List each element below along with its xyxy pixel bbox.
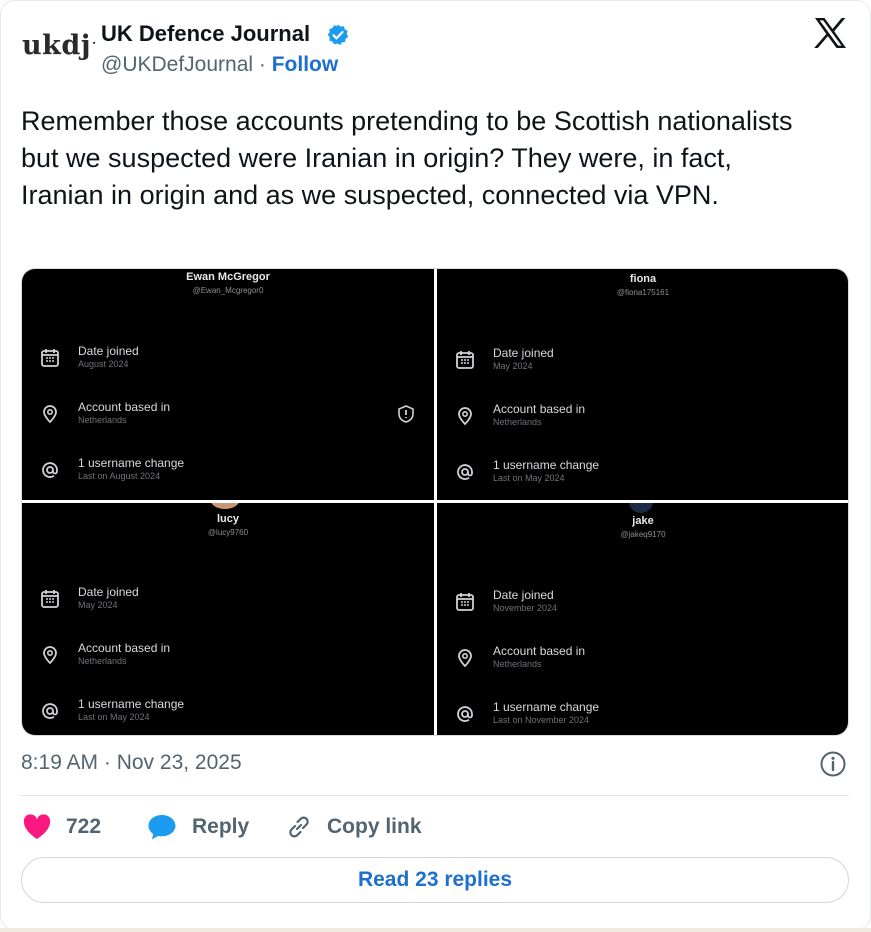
like-button[interactable]: 722 (22, 810, 101, 844)
calendar-icon (41, 349, 59, 367)
row-title: Account based in (78, 641, 171, 655)
row-title: 1 username change (78, 456, 185, 470)
profile-name: fiona (629, 273, 657, 285)
calendar-icon (41, 590, 59, 608)
row-value: Last on November 2024 (493, 715, 590, 725)
read-replies-label: Read 23 replies (357, 868, 513, 891)
handle-line: @UKDefJournal · Follow (101, 53, 338, 77)
profile-handle: @Ewan_Mcgregor0 (192, 286, 264, 295)
screenshot-panel[interactable]: lucy @lucy9760 Date joined May 2024 Acco… (22, 503, 434, 735)
row-value: August 2024 (78, 359, 129, 369)
row-value: May 2024 (78, 600, 118, 610)
row-value: May 2024 (493, 361, 533, 371)
at-sign-icon (457, 464, 473, 480)
row-value: Netherlands (78, 415, 127, 425)
divider (21, 795, 849, 796)
copy-link-button[interactable]: Copy link (285, 810, 422, 844)
row-title: Account based in (493, 644, 586, 658)
row-value: Last on August 2024 (78, 471, 161, 481)
row-title: Account based in (493, 402, 586, 416)
screenshot-panel[interactable]: jake @jakeq9170 Date joined November 202… (437, 503, 848, 735)
separator-dot: · (258, 53, 266, 76)
row-title: Date joined (78, 585, 139, 599)
profile-handle: @jakeq9170 (620, 530, 666, 539)
heart-icon (23, 814, 51, 839)
location-pin-icon (458, 649, 472, 668)
row-title: 1 username change (78, 697, 185, 711)
profile-handle: @lucy9760 (207, 528, 249, 537)
profile-handle: @fiona175161 (616, 288, 670, 297)
link-icon (289, 816, 309, 838)
row-value: November 2024 (493, 603, 558, 613)
read-replies-button[interactable]: Read 23 replies (21, 857, 849, 903)
location-pin-icon (43, 405, 57, 424)
avatar (629, 503, 653, 513)
author-name[interactable]: UK Defence Journal (101, 21, 310, 47)
profile-name: Ewan McGregor (186, 271, 270, 283)
copy-link-label: Copy link (327, 815, 422, 838)
location-pin-icon (43, 646, 57, 665)
row-value: Last on May 2024 (78, 712, 150, 722)
at-sign-icon (457, 706, 473, 722)
ukdj-logo[interactable]: ukdj. (22, 30, 96, 66)
row-value: Netherlands (493, 417, 542, 427)
media-grid[interactable]: Ewan McGregor @Ewan_Mcgregor0 Date joine… (21, 268, 849, 736)
follow-button[interactable]: Follow (272, 53, 339, 76)
row-value: Last on May 2024 (493, 473, 565, 483)
reply-button[interactable]: Reply (146, 810, 249, 844)
info-icon[interactable] (819, 750, 847, 778)
row-value: Netherlands (78, 656, 127, 666)
at-sign-icon (42, 703, 58, 719)
row-title: Account based in (78, 400, 171, 414)
row-title: 1 username change (493, 458, 600, 472)
tweet-text: Remember those accounts pretending to be… (21, 106, 793, 210)
verified-badge-icon (327, 24, 349, 45)
screenshot-panel[interactable]: Ewan McGregor @Ewan_Mcgregor0 Date joine… (22, 269, 434, 500)
location-pin-icon (458, 407, 472, 426)
reply-label: Reply (192, 815, 250, 838)
reply-bubble-icon (148, 815, 176, 840)
x-logo-icon[interactable] (813, 17, 847, 49)
bottom-strip (0, 928, 871, 932)
row-title: Date joined (493, 346, 554, 360)
like-count: 722 (66, 815, 102, 838)
screenshot-panel[interactable]: fiona @fiona175161 Date joined May 2024 … (437, 269, 848, 500)
row-value: Netherlands (493, 659, 542, 669)
avatar (210, 503, 240, 509)
row-title: 1 username change (493, 700, 600, 714)
author-handle[interactable]: @UKDefJournal (101, 53, 253, 76)
calendar-icon (456, 351, 474, 369)
profile-name: lucy (216, 513, 239, 525)
shield-icon (398, 405, 414, 423)
row-title: Date joined (78, 344, 139, 358)
profile-name: jake (632, 515, 654, 527)
row-title: Date joined (493, 588, 554, 602)
calendar-icon (456, 593, 474, 611)
timestamp[interactable]: 8:19 AM · Nov 23, 2025 (21, 751, 242, 775)
at-sign-icon (42, 462, 58, 478)
